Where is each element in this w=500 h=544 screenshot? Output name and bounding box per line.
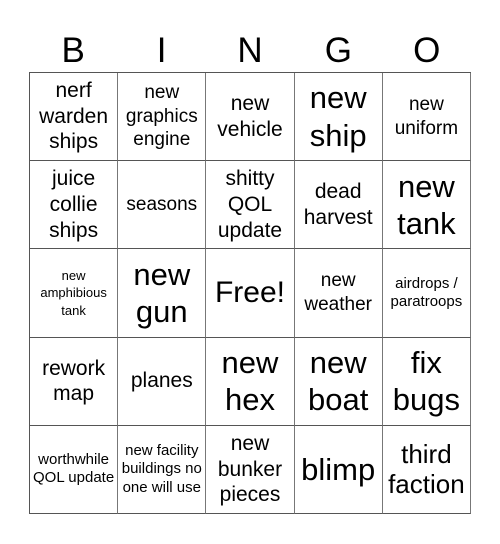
bingo-cell[interactable]: seasons [118, 161, 207, 250]
bingo-cell-label: rework map [42, 356, 106, 406]
bingo-cell-label: worthwhile QOL update [33, 451, 115, 487]
bingo-header: B I N G O [29, 30, 471, 72]
bingo-cell[interactable]: new gun [118, 249, 207, 338]
bingo-cell-label: new uniform [394, 93, 459, 139]
bingo-cell[interactable]: worthwhile QOL update [30, 425, 119, 514]
bingo-cell[interactable]: rework map [30, 337, 119, 426]
bingo-cell-label: planes [130, 369, 193, 393]
bingo-cell[interactable]: new boat [294, 337, 383, 426]
header-letter-o: O [413, 31, 441, 70]
bingo-cell[interactable]: new uniform [382, 73, 471, 162]
bingo-cell-label: shitty QOL update [217, 167, 283, 242]
bingo-cell-label: new boat [308, 345, 369, 418]
bingo-cell-label: new graphics engine [125, 81, 198, 151]
bingo-cell[interactable]: third faction [382, 425, 471, 514]
bingo-cell-label: dead harvest [303, 180, 373, 229]
bingo-cell[interactable]: fix bugs [382, 337, 471, 426]
bingo-cell[interactable]: shitty QOL update [206, 161, 295, 250]
bingo-cell[interactable]: nerf warden ships [30, 73, 119, 162]
bingo-cell-label: new amphibious tank [40, 267, 107, 318]
header-letter-b: B [61, 31, 85, 70]
bingo-cell-label: new weather [304, 270, 372, 315]
bingo-cell[interactable]: new vehicle [206, 73, 295, 162]
bingo-cell-label: new gun [133, 256, 191, 329]
bingo-cell[interactable]: new bunker pieces [206, 425, 295, 514]
bingo-cell[interactable]: new tank [382, 161, 471, 250]
bingo-cell[interactable]: airdrops / paratroops [382, 249, 471, 338]
bingo-cell[interactable]: dead harvest [294, 161, 383, 250]
bingo-cell-label: new facility buildings no one will use [121, 441, 202, 496]
bingo-cell[interactable]: juice collie ships [30, 161, 119, 250]
bingo-cell-label: fix bugs [392, 345, 460, 418]
free-space-cell[interactable]: Free! [206, 249, 295, 338]
bingo-cell-label: nerf warden ships [39, 79, 109, 154]
bingo-cell[interactable]: new weather [294, 249, 383, 338]
bingo-cell[interactable]: new ship [294, 73, 383, 162]
bingo-cell-label: new ship [309, 80, 367, 153]
bingo-cell[interactable]: planes [118, 337, 207, 426]
bingo-cell-label: airdrops / paratroops [390, 274, 463, 310]
bingo-cell-label: Free! [214, 275, 285, 309]
header-letter-g: G [324, 31, 352, 70]
bingo-cell-label: new tank [397, 168, 456, 241]
header-letter-i: I [156, 31, 167, 70]
bingo-cell[interactable]: blimp [294, 425, 383, 514]
header-letter-n: N [237, 31, 263, 70]
bingo-card-grid: nerf warden ships new graphics engine new … [29, 72, 471, 514]
bingo-cell-label: new vehicle [217, 91, 283, 141]
bingo-cell[interactable]: new amphibious tank [30, 249, 119, 338]
bingo-cell-label: new bunker pieces [217, 431, 283, 507]
bingo-cell-label: juice collie ships [49, 167, 99, 242]
bingo-cell[interactable]: new graphics engine [118, 73, 207, 162]
bingo-cell[interactable]: new hex [206, 337, 295, 426]
bingo-cell[interactable]: new facility buildings no one will use [118, 425, 207, 514]
bingo-cell-label: blimp [301, 451, 376, 487]
bingo-cell-label: new hex [221, 345, 279, 418]
bingo-cell-label: third faction [388, 438, 465, 500]
bingo-cell-label: seasons [126, 193, 198, 215]
